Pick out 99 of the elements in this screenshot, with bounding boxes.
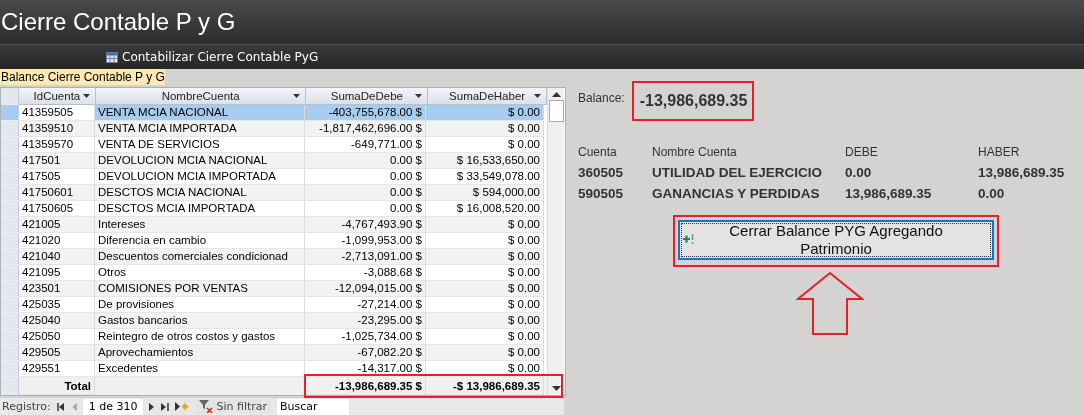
table-cell: -67,082.20 $	[305, 345, 426, 361]
column-header[interactable]: SumaDeDebe	[306, 88, 429, 104]
row-selector[interactable]	[1, 185, 19, 201]
total-label: Total	[19, 377, 95, 395]
row-selector[interactable]	[1, 297, 19, 313]
table-cell: VENTA MCIA IMPORTADA	[95, 121, 305, 137]
table-cell: 41750601	[19, 185, 95, 201]
column-header: Nombre Cuenta	[652, 145, 738, 159]
debit-amount: 0.00	[845, 165, 873, 180]
last-record-icon[interactable]	[161, 402, 170, 411]
row-selector[interactable]	[1, 361, 19, 377]
table-cell: Descuentos comerciales condicionad	[95, 249, 305, 265]
table-cell: 41359510	[19, 121, 95, 137]
record-position-field[interactable]: 1 de 310	[82, 398, 144, 415]
credit-amount: 13,986,689.35	[978, 165, 1066, 180]
previous-record-icon[interactable]	[70, 402, 77, 411]
record-label: Registro:	[2, 400, 51, 413]
table-cell: $ 0.00	[426, 121, 544, 137]
account-code: 590505	[578, 186, 625, 201]
table-cell: COMISIONES POR VENTAS	[95, 281, 305, 297]
table-cell: $ 0.00	[426, 217, 544, 233]
plus-exclamation-icon	[682, 234, 694, 244]
table-cell: -$ 13,986,689.35	[426, 377, 544, 395]
table-cell: Intereses	[95, 217, 305, 233]
table-cell: -12,094,015.00 $	[305, 281, 426, 297]
row-selector[interactable]	[1, 153, 19, 169]
scroll-down-icon	[551, 386, 561, 391]
row-selector[interactable]	[1, 233, 19, 249]
account-name: UTILIDAD DEL EJERCICIO	[652, 165, 823, 180]
row-selector[interactable]	[1, 249, 19, 265]
table-cell: -2,713,091.00 $	[305, 249, 426, 265]
next-record-icon[interactable]	[149, 402, 156, 411]
subform-caption: Balance Cierre Contable P y G	[0, 69, 165, 85]
row-selector[interactable]	[1, 201, 19, 217]
table-cell: 417501	[19, 153, 95, 169]
table-cell: Gastos bancarios	[95, 313, 305, 329]
table-cell: $ 0.00	[426, 313, 544, 329]
caret-icon	[82, 94, 90, 98]
table-cell: 423501	[19, 281, 95, 297]
table-cell: 421005	[19, 217, 95, 233]
table-cell: DEVOLUCION MCIA NACIONAL	[95, 153, 305, 169]
row-selector[interactable]	[1, 169, 19, 185]
row-selector[interactable]	[1, 121, 19, 137]
table-cell: Aprovechamientos	[95, 345, 305, 361]
credit-amount: 0.00	[978, 186, 1006, 201]
caret-icon	[293, 94, 301, 98]
table-cell: $ 0.00	[426, 281, 544, 297]
table-cell: $ 0.00	[426, 105, 544, 121]
table-cell: $ 0.00	[426, 249, 544, 265]
first-record-icon[interactable]	[56, 402, 65, 411]
row-selector[interactable]	[1, 313, 19, 329]
table-cell: -13,986,689.35 $	[305, 377, 426, 395]
scrollbar-thumb[interactable]	[548, 100, 564, 122]
scroll-up-icon	[551, 92, 561, 97]
window-title: Cierre Contable P y G	[0, 8, 236, 36]
table-cell: -1,817,462,696.00 $	[305, 121, 426, 137]
post-closing-button[interactable]: Contabilizar Cierre Contable PyG	[106, 50, 319, 64]
table-icon	[106, 51, 118, 63]
column-header[interactable]: NombreCuenta	[95, 88, 307, 104]
column-header: Cuenta	[578, 145, 618, 159]
search-field[interactable]: Buscar	[277, 398, 350, 415]
table-cell: 429505	[19, 345, 95, 361]
row-selector[interactable]	[1, 105, 19, 121]
caret-icon	[534, 94, 541, 98]
funnel-icon	[199, 400, 214, 413]
row-selector[interactable]	[1, 137, 19, 153]
column-header: DEBE	[845, 145, 879, 159]
column-header[interactable]: IdCuenta	[19, 88, 96, 104]
new-record-icon[interactable]	[175, 402, 190, 411]
table-cell: -23,295.00 $	[305, 313, 426, 329]
table-cell: VENTA MCIA NACIONAL	[95, 105, 305, 121]
table-cell: $ 16,533,650.00	[426, 153, 544, 169]
column-header: HABER	[978, 145, 1021, 159]
row-selector[interactable]	[1, 281, 19, 297]
close-balance-button[interactable]: Cerrar Balance PYG Agregando Patrimonio	[678, 220, 994, 260]
balance-value: -13,986,689.35	[631, 81, 754, 121]
table-cell: DESCTOS MCIA NACIONAL	[95, 185, 305, 201]
row-selector[interactable]	[1, 329, 19, 345]
table-cell: 0.00 $	[305, 185, 426, 201]
vertical-scrollbar[interactable]	[547, 88, 564, 395]
balance-label: Balance:	[578, 91, 625, 105]
row-selector[interactable]	[1, 345, 19, 361]
table-cell: -4,767,493.90 $	[305, 217, 426, 233]
debit-amount: 13,986,689.35	[845, 186, 933, 201]
row-selector[interactable]	[1, 217, 19, 233]
row-selector[interactable]	[1, 377, 19, 395]
no-filter-button[interactable]: Sin filtrar	[195, 400, 272, 413]
select-all-corner[interactable]	[1, 88, 19, 105]
account-code: 360505	[578, 165, 625, 180]
table-cell: $ 0.00	[426, 345, 544, 361]
up-arrow-drawing	[796, 272, 864, 335]
caret-icon	[415, 94, 423, 98]
table-cell: 425040	[19, 313, 95, 329]
table-cell: -403,755,678.00 $	[305, 105, 426, 121]
table-cell: $ 594,000.00	[426, 185, 544, 201]
row-selector[interactable]	[1, 265, 19, 281]
table-cell: 421040	[19, 249, 95, 265]
account-name: GANANCIAS Y PERDIDAS	[652, 186, 821, 201]
table-cell: 0.00 $	[305, 153, 426, 169]
